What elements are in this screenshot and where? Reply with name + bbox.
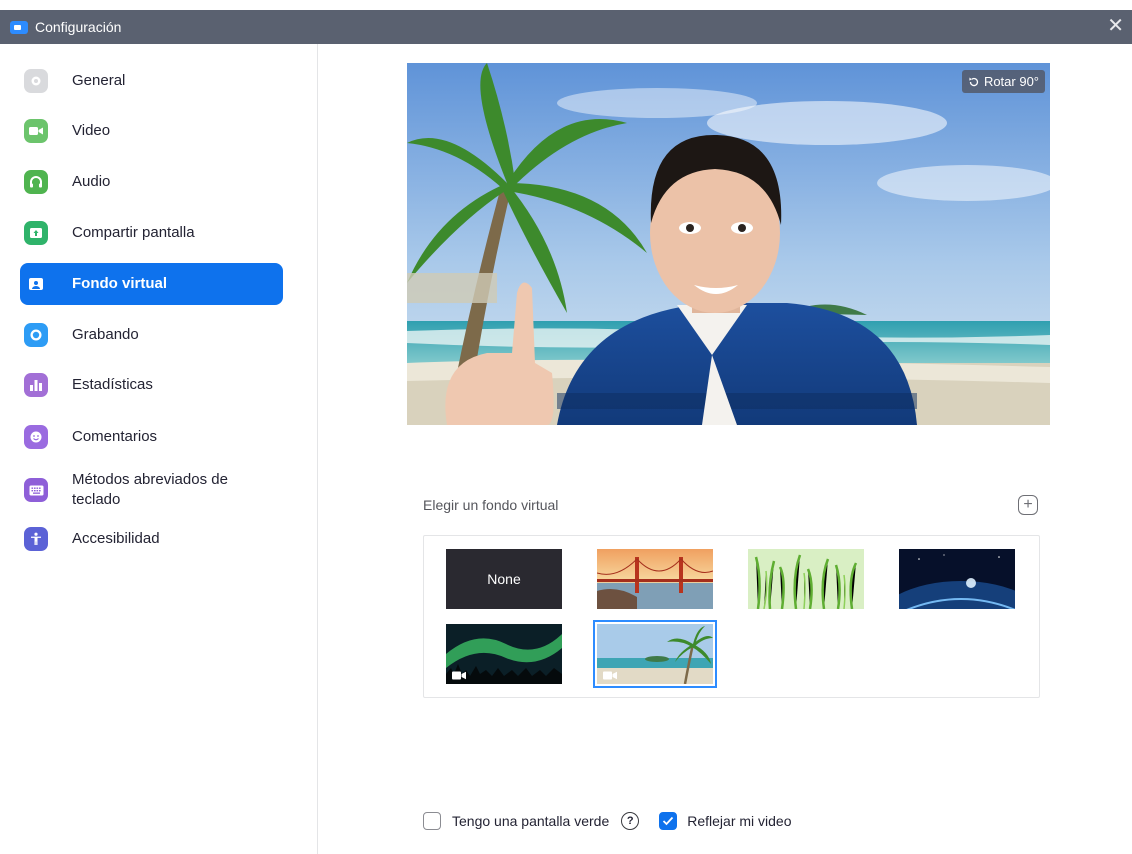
video-camera-icon xyxy=(24,119,48,143)
sidebar-item-label: Fondo virtual xyxy=(72,275,167,292)
background-thumb-northern-lights[interactable] xyxy=(446,624,562,684)
record-icon xyxy=(24,323,48,347)
background-thumb-none[interactable]: None xyxy=(446,549,562,609)
sidebar-item-share-screen[interactable]: Compartir pantalla xyxy=(20,212,283,254)
close-icon[interactable]: ✕ xyxy=(1107,16,1124,36)
sidebar-item-label-line1: Métodos abreviados de xyxy=(72,471,228,488)
virtual-background-icon xyxy=(24,272,48,296)
zoom-app-icon xyxy=(10,20,28,34)
sidebar-item-label: Métodos abreviados de teclado xyxy=(72,470,228,510)
help-icon[interactable]: ? xyxy=(621,812,640,830)
background-thumb-golden-gate[interactable] xyxy=(597,549,713,609)
sidebar-item-label: Audio xyxy=(72,173,111,190)
rotate-button[interactable]: Rotar 90° xyxy=(961,70,1045,93)
sidebar-item-label: Grabando xyxy=(72,326,139,343)
background-thumb-grass[interactable] xyxy=(748,549,864,609)
gear-icon xyxy=(24,69,48,93)
sidebar-item-statistics[interactable]: Estadísticas xyxy=(20,364,283,406)
none-label: None xyxy=(487,571,521,587)
sidebar-item-accessibility[interactable]: Accesibilidad xyxy=(20,518,283,560)
title-bar: Configuración ✕ xyxy=(0,10,1132,44)
background-gallery: None xyxy=(423,535,1040,698)
sidebar-item-audio[interactable]: Audio xyxy=(20,161,283,203)
feedback-smile-icon xyxy=(24,425,48,449)
background-options: Tengo una pantalla verde ? Reflejar mi v… xyxy=(423,812,792,830)
rotate-label: Rotar 90° xyxy=(983,74,1039,89)
sidebar-item-label: Comentarios xyxy=(72,428,158,445)
mirror-video-checkbox[interactable] xyxy=(659,812,678,830)
sidebar-item-label-line2: teclado xyxy=(72,491,121,508)
green-screen-checkbox[interactable] xyxy=(423,812,441,830)
sidebar-item-video[interactable]: Video xyxy=(20,110,283,152)
sidebar-item-label: Video xyxy=(72,122,111,139)
beach-preview-image xyxy=(407,63,1050,425)
plus-icon: + xyxy=(1023,496,1033,513)
add-background-button[interactable]: + xyxy=(1018,495,1038,515)
share-screen-icon xyxy=(24,221,48,245)
sidebar-item-label: Compartir pantalla xyxy=(72,224,195,241)
mirror-video-label: Reflejar mi video xyxy=(687,813,792,829)
camera-preview: Rotar 90° xyxy=(407,63,1050,425)
background-thumb-beach[interactable] xyxy=(593,620,717,688)
video-badge-icon xyxy=(603,671,617,680)
green-screen-label: Tengo una pantalla verde xyxy=(452,813,610,829)
sidebar-item-general[interactable]: General xyxy=(20,60,283,102)
settings-window: Configuración ✕ General Video Audio Comp… xyxy=(0,0,1132,854)
choose-background-label: Elegir un fondo virtual xyxy=(423,497,559,513)
settings-sidebar: General Video Audio Compartir pantalla F xyxy=(0,44,318,854)
background-thumb-earth[interactable] xyxy=(899,549,1015,609)
checkmark-icon xyxy=(663,816,674,826)
keyboard-icon xyxy=(24,478,48,502)
sidebar-item-label: Accesibilidad xyxy=(72,530,160,547)
statistics-icon xyxy=(24,373,48,397)
video-badge-icon xyxy=(452,671,466,680)
window-title: Configuración xyxy=(35,19,122,35)
accessibility-icon xyxy=(24,527,48,551)
sidebar-item-virtual-background[interactable]: Fondo virtual xyxy=(20,263,283,305)
sidebar-item-recording[interactable]: Grabando xyxy=(20,314,283,356)
sidebar-item-feedback[interactable]: Comentarios xyxy=(20,416,283,458)
sidebar-item-keyboard-shortcuts[interactable]: Métodos abreviados de teclado xyxy=(20,465,283,515)
rotate-icon xyxy=(969,77,979,86)
headphones-icon xyxy=(24,170,48,194)
sidebar-item-label: Estadísticas xyxy=(72,376,153,393)
sidebar-item-label: General xyxy=(72,72,126,89)
